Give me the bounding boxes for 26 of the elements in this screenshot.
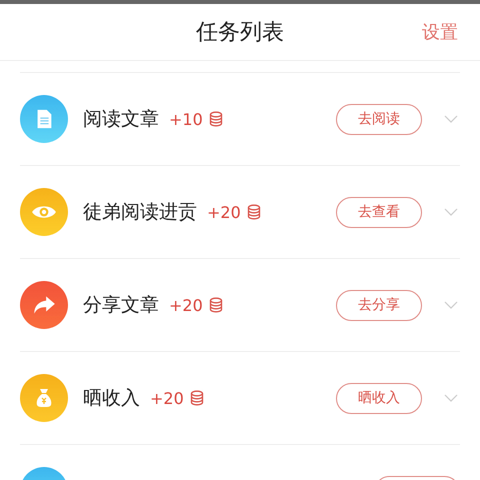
reward-amount: +20 [169, 296, 203, 314]
task-button[interactable]: 晒收入 [336, 382, 422, 414]
eye-circle-icon [20, 188, 68, 236]
task-button[interactable]: 去分享 [336, 290, 422, 320]
chevron-icon[interactable] [444, 394, 458, 402]
settings-link[interactable]: 设置 [422, 20, 458, 44]
chevron-icon[interactable] [444, 208, 458, 216]
bag-circle-icon [20, 374, 68, 422]
coins-icon [208, 297, 223, 313]
reward-amount: +20 [207, 202, 241, 222]
task-button[interactable]: 去阅读 [336, 104, 422, 134]
task-title: 徒弟阅读进贡 [83, 200, 197, 225]
task-title: 晒收入 [83, 386, 140, 411]
task-title: 分享文章 [83, 293, 159, 318]
coins-icon [190, 390, 204, 406]
page-title: 任务列表 [196, 19, 284, 47]
share-circle-icon [20, 281, 68, 329]
task-title: 阅读文章 [83, 107, 159, 132]
coins-icon [208, 111, 223, 127]
chevron-icon[interactable] [444, 301, 458, 309]
reward-amount: +20 [150, 388, 184, 408]
chevron-icon[interactable] [444, 115, 458, 123]
coins-icon [246, 204, 261, 220]
task-button[interactable]: 去查看 [336, 196, 422, 228]
doc-circle-icon [20, 95, 68, 143]
reward-amount: +10 [169, 110, 203, 128]
